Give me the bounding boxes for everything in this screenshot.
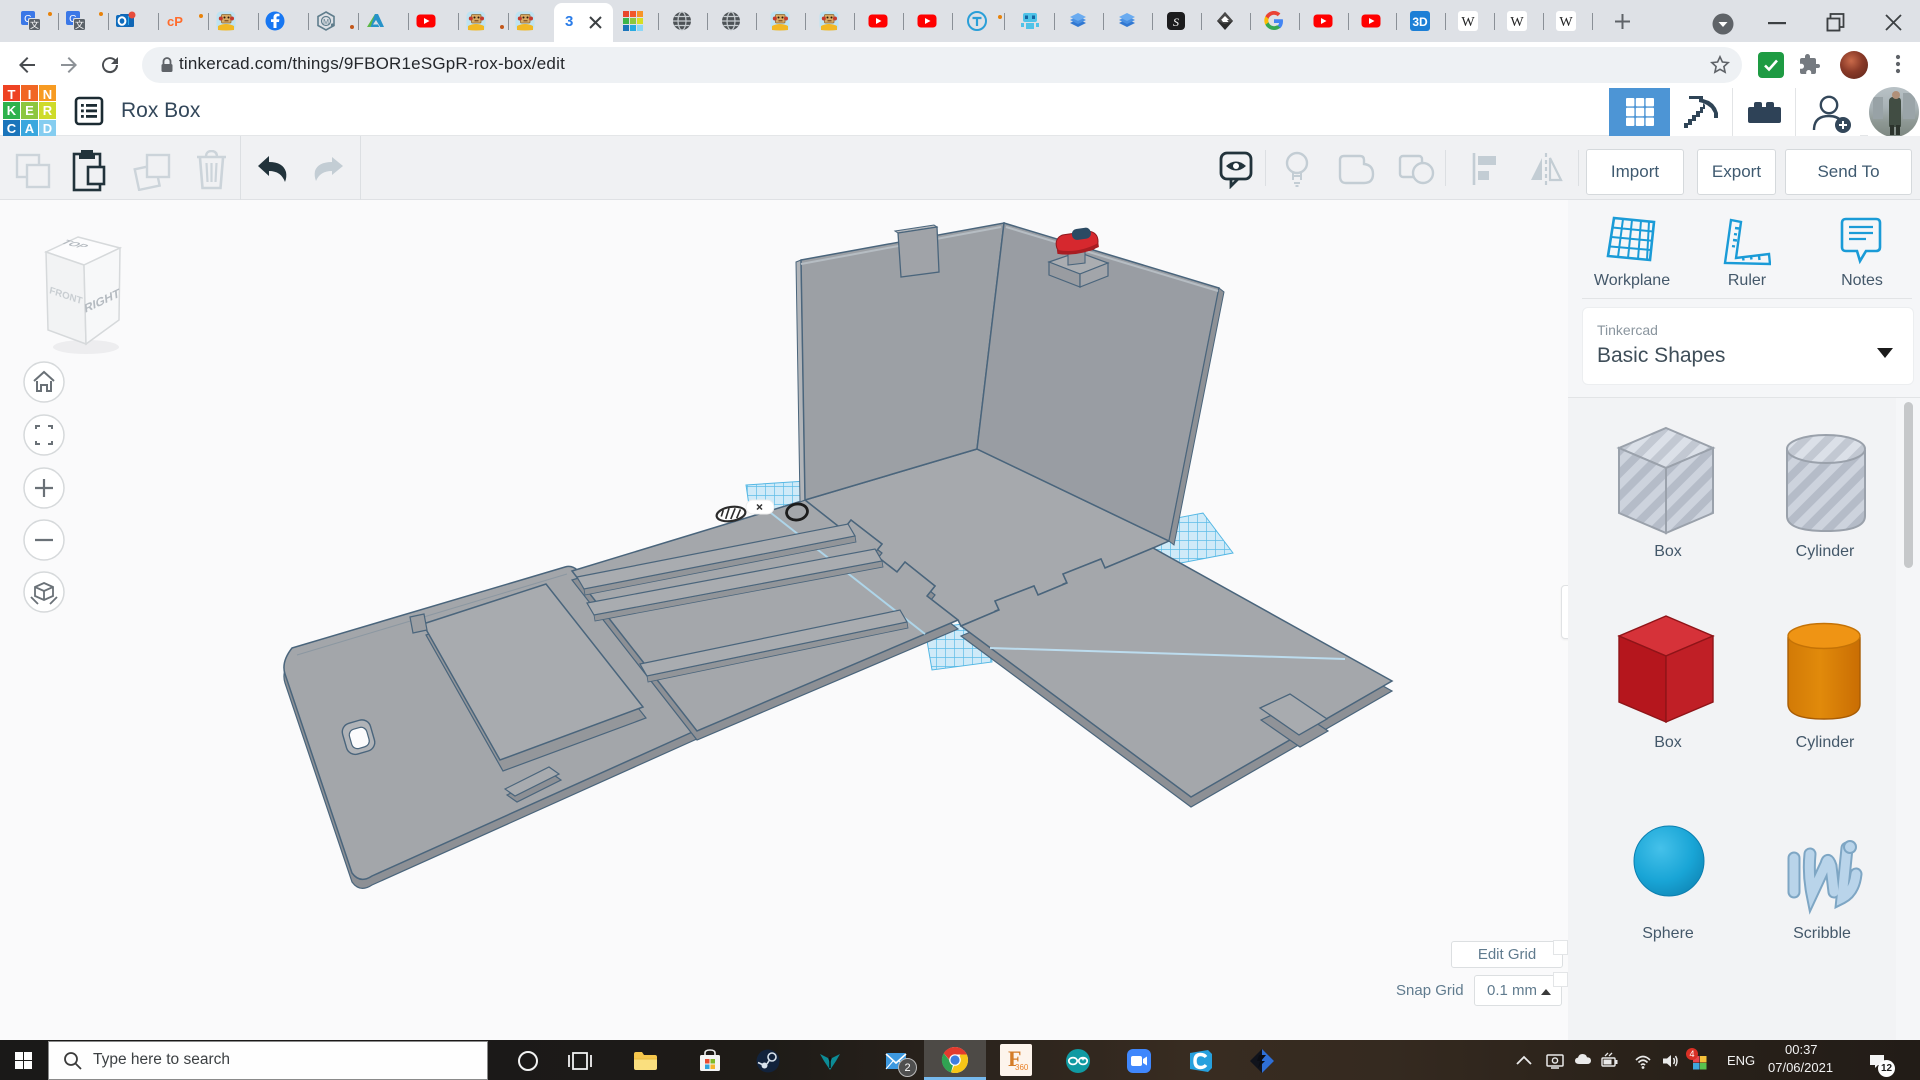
svg-text:W: W [1510,15,1524,30]
svg-text:3D: 3D [1412,15,1428,29]
svg-text:W: W [1559,15,1573,30]
svg-text:文: 文 [75,19,84,30]
svg-text:M: M [323,19,329,26]
svg-text:文: 文 [30,19,39,30]
svg-text:S: S [1173,15,1179,29]
svg-text:W: W [1461,15,1475,30]
svg-text:cP: cP [167,14,183,29]
